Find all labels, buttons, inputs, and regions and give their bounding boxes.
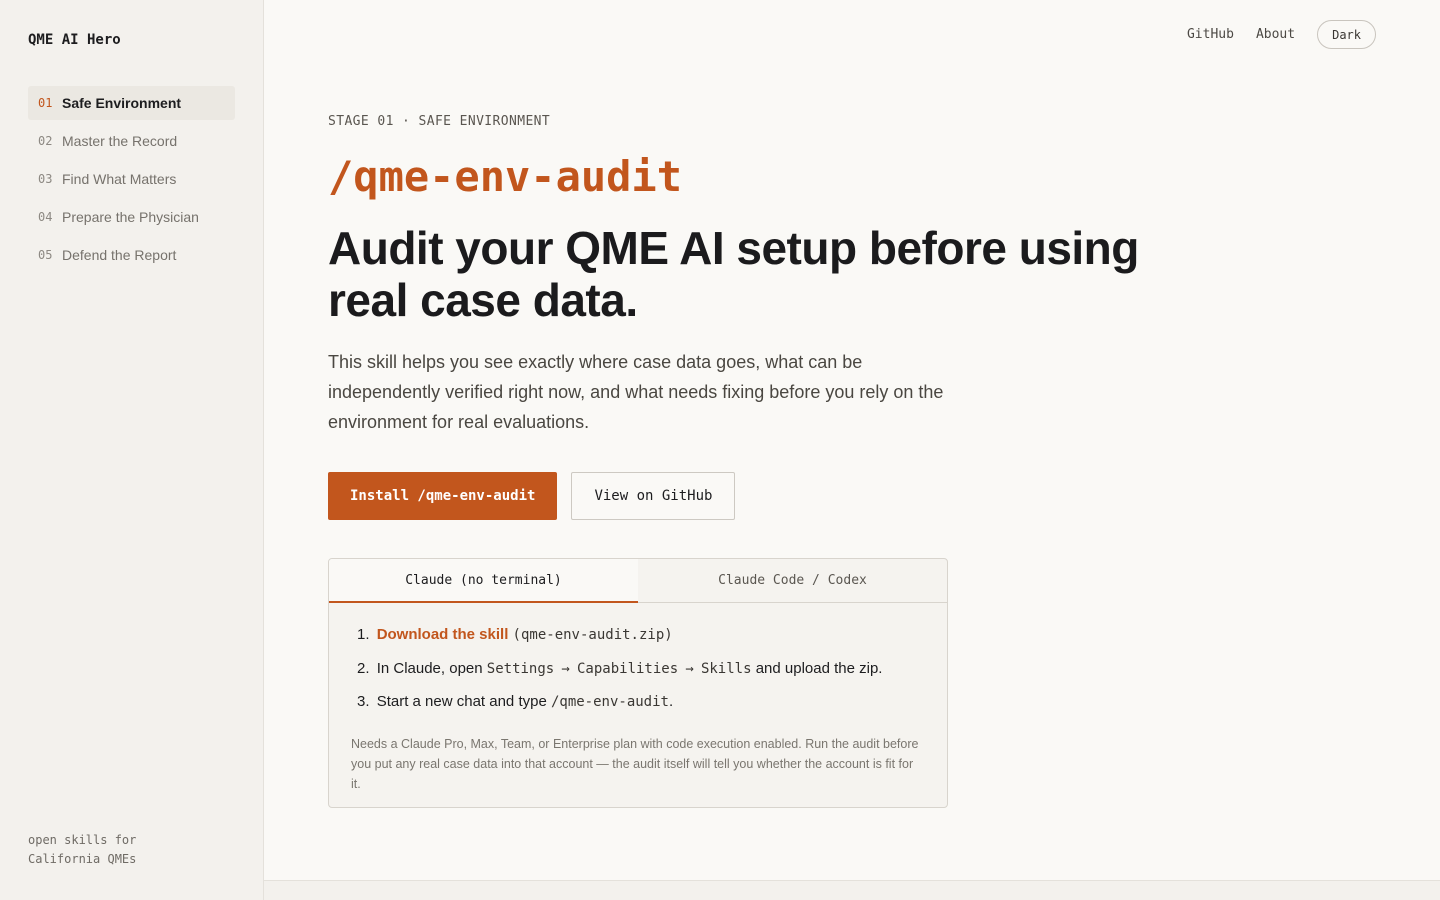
sidebar-item-prepare-the-physician[interactable]: 04 Prepare the Physician (28, 200, 235, 234)
sidebar: QME AI Hero 01 Safe Environment 02 Maste… (0, 0, 264, 900)
github-link[interactable]: GitHub (1187, 27, 1234, 42)
zip-filename: (qme-env-audit.zip) (512, 627, 673, 643)
tab-claude-no-terminal[interactable]: Claude (no terminal) (329, 559, 638, 603)
stage-number: 01 (38, 96, 53, 110)
install-instructions-card: Claude (no terminal) Claude Code / Codex… (328, 558, 948, 808)
capabilities-path: Capabilities (577, 660, 679, 677)
settings-path: Settings (486, 660, 555, 677)
sidebar-item-label: Master the Record (62, 133, 178, 149)
sidebar-tagline: open skills for California QMEs (28, 831, 228, 869)
sidebar-item-master-the-record[interactable]: 02 Master the Record (28, 124, 235, 158)
download-skill-link[interactable]: Download the skill (377, 626, 509, 643)
theme-toggle-button[interactable]: Dark (1317, 20, 1376, 49)
stage-number: 04 (38, 210, 53, 224)
tagline-line-2: California QMEs (28, 852, 137, 866)
skill-command: /qme-env-audit (550, 694, 669, 710)
step-number: 1. (357, 626, 370, 643)
skill-command-title: /qme-env-audit (328, 152, 683, 201)
install-tabs: Claude (no terminal) Claude Code / Codex (329, 559, 947, 603)
step-number: 3. (357, 693, 370, 710)
step-text: and upload the zip. (755, 659, 883, 677)
tagline-line-1: open skills for (28, 833, 137, 847)
sidebar-item-safe-environment[interactable]: 01 Safe Environment (28, 86, 235, 120)
arrow-icon: → (561, 660, 570, 677)
sidebar-item-label: Safe Environment (62, 95, 182, 111)
view-on-github-button[interactable]: View on GitHub (571, 472, 736, 520)
skills-path: Skills (700, 660, 752, 677)
sidebar-item-find-what-matters[interactable]: 03 Find What Matters (28, 162, 235, 196)
about-link[interactable]: About (1256, 27, 1295, 42)
tab-claude-code-codex[interactable]: Claude Code / Codex (638, 559, 947, 602)
stage-number: 02 (38, 134, 53, 148)
top-nav: GitHub About Dark (1187, 20, 1376, 49)
stage-nav: 01 Safe Environment 02 Master the Record… (28, 86, 235, 276)
sidebar-item-defend-the-report[interactable]: 05 Defend the Report (28, 238, 235, 272)
page-bottom-divider (264, 880, 1440, 900)
stage-eyebrow: STAGE 01 · SAFE ENVIRONMENT (328, 114, 551, 129)
install-steps: 1. Download the skill (qme-env-audit.zip… (329, 603, 947, 712)
install-step-2: 2. In Claude, open Settings → Capabiliti… (357, 659, 925, 679)
stage-number: 05 (38, 248, 53, 262)
install-step-1: 1. Download the skill (qme-env-audit.zip… (357, 625, 925, 645)
sidebar-item-label: Find What Matters (62, 171, 177, 187)
stage-number: 03 (38, 172, 53, 186)
hero-actions: Install /qme-env-audit View on GitHub (328, 472, 736, 520)
page-headline: Audit your QME AI setup before using rea… (328, 222, 1139, 326)
install-step-3: 3. Start a new chat and type /qme-env-au… (357, 692, 925, 712)
step-text: . (668, 693, 674, 710)
arrow-icon: → (685, 660, 694, 677)
sidebar-item-label: Defend the Report (62, 247, 177, 263)
step-text: Start a new chat and type (376, 693, 547, 710)
sidebar-item-label: Prepare the Physician (62, 209, 199, 225)
brand-logo[interactable]: QME AI Hero (28, 32, 121, 48)
step-text: In Claude, open (376, 659, 483, 677)
plan-requirement-note: Needs a Claude Pro, Max, Team, or Enterp… (351, 736, 919, 791)
page-description: This skill helps you see exactly where c… (328, 352, 944, 432)
install-button[interactable]: Install /qme-env-audit (328, 472, 558, 520)
step-number: 2. (357, 659, 370, 677)
